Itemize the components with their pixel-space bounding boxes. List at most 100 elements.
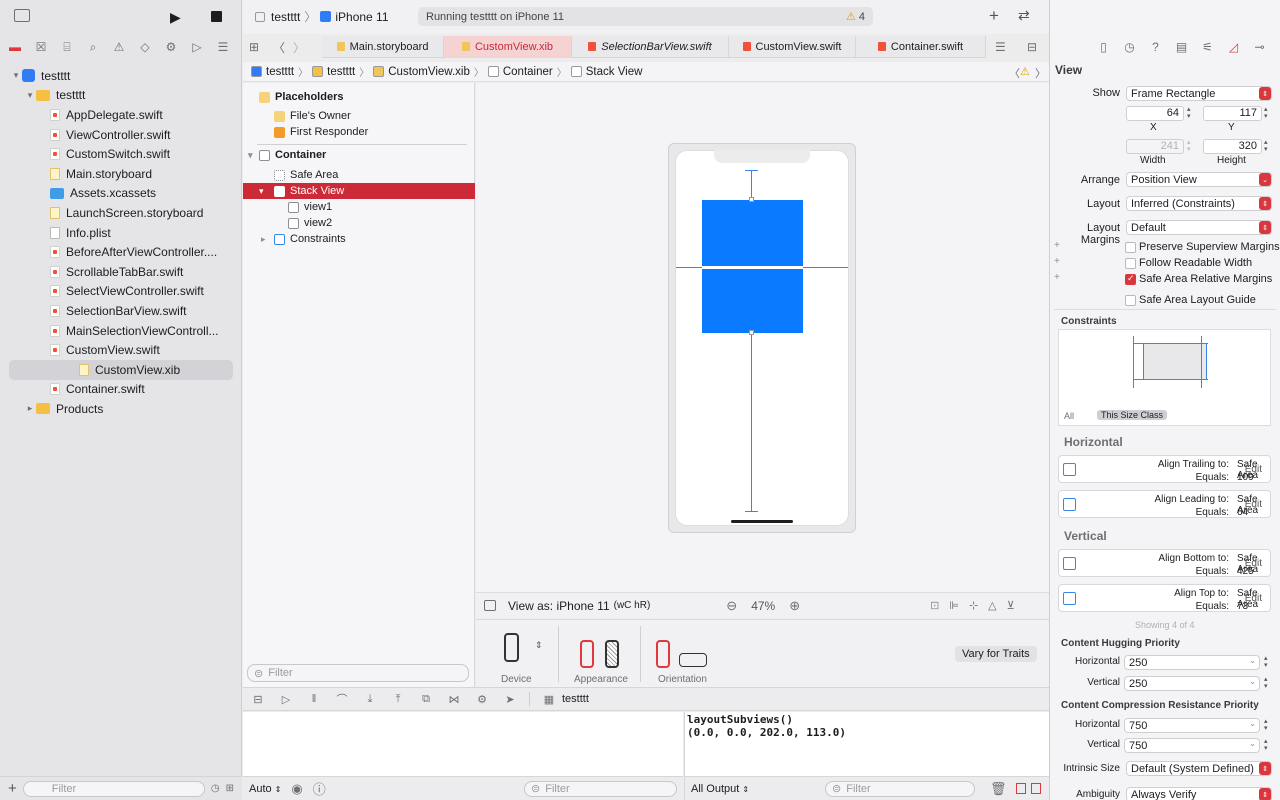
trailing-constraint-line[interactable] [803, 267, 848, 268]
editor-tab-1[interactable]: CustomView.xib [444, 35, 572, 58]
show-variables-icon[interactable] [1016, 783, 1026, 794]
view2-box[interactable] [702, 269, 803, 333]
top-constraint-line[interactable] [751, 170, 752, 200]
height-stepper[interactable]: ▴ ▾ [1264, 139, 1272, 154]
constraint-card[interactable]: Align Bottom to: Safe Area Equals: 425 Edit [1058, 549, 1271, 577]
constraint-card[interactable]: Align Leading to: Safe Area Equals: 64 Edit [1058, 490, 1271, 518]
outline-safe-area[interactable]: Safe Area [243, 167, 475, 183]
sidebar-toggle-icon[interactable] [14, 9, 30, 22]
stop-icon[interactable] [211, 11, 222, 22]
library-add-icon[interactable]: + [989, 6, 999, 26]
dark-appearance-icon[interactable] [605, 640, 619, 668]
comp-horizontal-combo[interactable]: 750 ⌄ [1124, 718, 1260, 733]
safe-area-relative-checkbox[interactable] [1125, 273, 1136, 285]
step-out-icon[interactable]: ⤒ [389, 693, 407, 706]
memory-graph-icon[interactable]: ⋈ [445, 693, 463, 706]
outline-container[interactable]: ▾ Container [243, 147, 475, 163]
output-filter-popup[interactable]: All Output ⇕ [691, 783, 749, 795]
view1-box[interactable] [702, 200, 803, 266]
disclosure-open-icon[interactable]: ▾ [10, 70, 22, 81]
console-output[interactable]: layoutSubviews() (0.0, 0.0, 202.0, 113.0… [684, 712, 1049, 776]
leading-constraint-line[interactable] [676, 267, 702, 268]
editor-options-icon[interactable]: ☰ [995, 40, 1006, 54]
view-debugger-icon[interactable]: ⧉ [417, 693, 435, 706]
constraint-card[interactable]: Align Top to: Safe Area Equals: 73 Edit [1058, 584, 1271, 612]
comp-vertical-combo[interactable]: 750 ⌄ [1124, 738, 1260, 753]
simulate-location-icon[interactable]: ➤ [501, 693, 519, 706]
comp-horizontal-stepper[interactable]: ▴ ▾ [1264, 718, 1272, 733]
edit-constraint-button[interactable]: Edit [1245, 499, 1262, 510]
disclosure-open-icon[interactable]: ▾ [24, 90, 36, 101]
jumpbar-warning-icon[interactable]: ⚠ [1020, 65, 1030, 78]
hug-horizontal-combo[interactable]: 250 ⌄ [1124, 655, 1260, 670]
align-icon[interactable]: ⊫ [949, 599, 959, 612]
view-as-label[interactable]: View as: iPhone 11 [508, 599, 610, 613]
x-stepper[interactable]: ▴ ▾ [1187, 106, 1195, 121]
embed-in-icon[interactable]: ⊻ [1007, 599, 1015, 612]
device-phone-icon[interactable] [504, 633, 519, 662]
grid-icon[interactable]: ⊞ [249, 40, 259, 54]
add-variation-icon[interactable]: + [1054, 256, 1060, 267]
height-field[interactable]: 320 [1203, 139, 1262, 154]
navigator-file-8[interactable]: Info.plist [0, 223, 242, 243]
jumpbar-segment[interactable]: testttt [266, 66, 294, 78]
step-over-icon[interactable]: ⌒ [333, 691, 351, 707]
comp-vertical-stepper[interactable]: ▴ ▾ [1264, 738, 1272, 753]
portrait-icon[interactable] [656, 640, 670, 668]
step-in-icon[interactable]: ⤓ [361, 693, 379, 706]
edit-constraint-button[interactable]: Edit [1245, 593, 1262, 604]
add-icon[interactable]: + [8, 780, 17, 797]
scheme-selector[interactable]: testttt 〉 iPhone 11 [255, 8, 389, 25]
editor-tab-2[interactable]: SelectionBarView.swift [572, 35, 729, 58]
variables-filter-input[interactable]: ⊜ Filter [524, 780, 677, 797]
environment-overrides-icon[interactable]: ⚙ [473, 693, 491, 706]
source-control-icon[interactable]: ☒ [32, 38, 50, 56]
landscape-icon[interactable] [679, 653, 707, 667]
outline-constraints[interactable]: ▸ Constraints [243, 231, 475, 247]
trash-icon[interactable]: 🗑 [990, 781, 1007, 797]
editor-tab-0[interactable]: Main.storyboard [322, 35, 444, 58]
identity-inspector-icon[interactable]: ▤ [1173, 40, 1190, 54]
light-appearance-icon[interactable] [580, 640, 594, 668]
outline-view1[interactable]: view1 [243, 199, 475, 215]
process-name[interactable]: testttt [562, 693, 589, 705]
navigator-group-1[interactable]: ▾ testttt [0, 86, 242, 106]
debug-icon[interactable]: ⚙ [162, 38, 180, 56]
ambiguity-popup[interactable]: Always Verify ⇕ [1126, 787, 1272, 800]
info-icon[interactable]: ⓘ [313, 779, 326, 798]
add-variation-icon[interactable]: + [1054, 240, 1060, 251]
edit-constraint-button[interactable]: Edit [1245, 464, 1262, 475]
forward-icon[interactable]: 〉 [293, 39, 305, 56]
outline-toggle-icon[interactable] [484, 600, 496, 611]
run-icon[interactable]: ▶ [170, 9, 181, 26]
navigator-file-2[interactable]: AppDelegate.swift [0, 105, 242, 125]
this-size-class-tab[interactable]: This Size Class [1097, 410, 1168, 420]
split-editor-icon[interactable]: ⊟ [1027, 40, 1037, 54]
zoom-out-icon[interactable]: ⊖ [726, 598, 737, 614]
readable-width-checkbox[interactable] [1125, 258, 1136, 269]
code-review-icon[interactable]: ⇄ [1018, 7, 1030, 24]
all-size-classes-tab[interactable]: All [1064, 411, 1074, 421]
resolve-issues-icon[interactable]: △ [988, 599, 996, 612]
navigator-file-9[interactable]: BeforeAfterViewController.... [0, 242, 242, 262]
console-filter-input[interactable]: ⊜ Filter [825, 780, 975, 797]
outline-files-owner[interactable]: File's Owner [243, 108, 475, 124]
navigator-file-14[interactable]: CustomView.swift [0, 340, 242, 360]
issue-icon[interactable]: ⚠ [110, 38, 128, 56]
bottom-constraint-line[interactable] [751, 333, 752, 511]
report-icon[interactable]: ☰ [214, 38, 232, 56]
add-constraints-icon[interactable]: ⊹ [969, 599, 978, 612]
hug-vertical-stepper[interactable]: ▴ ▾ [1264, 676, 1272, 691]
y-field[interactable]: 117 [1203, 106, 1262, 121]
show-popup[interactable]: Frame Rectangle ⇕ [1126, 86, 1272, 101]
navigator-file-3[interactable]: ViewController.swift [0, 125, 242, 145]
attributes-inspector-icon[interactable]: ⚟ [1199, 40, 1216, 54]
folder-navigator-icon[interactable]: ▬ [6, 38, 24, 56]
outline-first-responder[interactable]: First Responder [243, 124, 475, 140]
navigator-file-12[interactable]: SelectionBarView.swift [0, 301, 242, 321]
editor-tab-3[interactable]: CustomView.swift [729, 35, 856, 58]
show-console-icon[interactable] [1031, 783, 1041, 794]
editor-tab-4[interactable]: Container.swift [856, 35, 986, 58]
navigator-group-0[interactable]: ▾ testttt [0, 66, 242, 86]
outline-filter-input[interactable]: ⊜ Filter [247, 664, 469, 682]
